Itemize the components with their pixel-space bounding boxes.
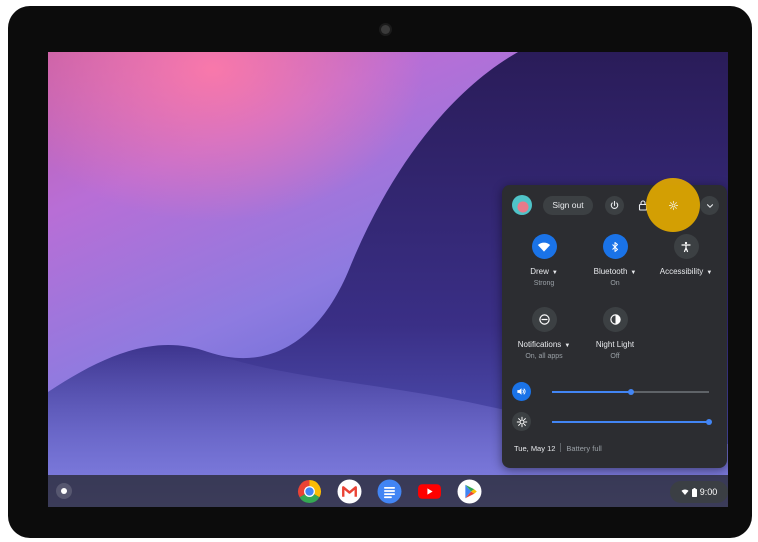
- camera-icon: [381, 25, 390, 34]
- wifi-icon: [681, 489, 689, 495]
- night-light-icon: [602, 307, 628, 332]
- status-area[interactable]: 9:00: [670, 481, 728, 503]
- settings-button[interactable]: [646, 178, 700, 232]
- chevron-down-icon: [706, 203, 713, 208]
- brightness-icon: [516, 416, 527, 427]
- accessibility-icon: [673, 234, 699, 259]
- clock: 9:00: [699, 487, 718, 497]
- brightness-button: [512, 412, 531, 431]
- bluetooth-status: On: [610, 280, 620, 287]
- shelf: 9:00: [48, 475, 728, 507]
- gear-icon: [668, 200, 678, 210]
- system-info-row: Tue, May 12 Battery full: [514, 443, 602, 453]
- wifi-network-name: Drew: [530, 267, 549, 276]
- gmail-icon[interactable]: [337, 479, 362, 504]
- caret-down-icon: ▼: [564, 343, 571, 349]
- brightness-fill: [552, 421, 709, 423]
- wifi-status: Strong: [533, 280, 555, 287]
- night-light-status: Off: [610, 353, 620, 360]
- notifications-icon: [531, 307, 557, 332]
- accessibility-label: Accessibility: [659, 267, 704, 276]
- bluetooth-icon: [602, 234, 628, 259]
- brightness-thumb[interactable]: [706, 418, 712, 425]
- notifications-status: On, all apps: [525, 353, 563, 360]
- wifi-icon: [531, 234, 557, 259]
- launcher-button[interactable]: [56, 483, 72, 499]
- tile-night-light[interactable]: Night Light Off: [579, 307, 651, 360]
- collapse-button[interactable]: [700, 196, 719, 215]
- tile-bluetooth[interactable]: Bluetooth ▼ On: [579, 234, 651, 287]
- battery-status: Battery full: [566, 444, 602, 453]
- sign-out-button[interactable]: Sign out: [543, 196, 593, 215]
- brightness-slider[interactable]: [552, 418, 712, 425]
- divider: [560, 443, 562, 452]
- power-icon: [610, 200, 619, 209]
- launcher-icon: [61, 488, 67, 494]
- chrome-icon[interactable]: [297, 479, 322, 504]
- notifications-label: Notifications: [517, 340, 562, 349]
- avatar[interactable]: [512, 195, 532, 215]
- volume-icon: [517, 388, 526, 395]
- brightness-slider-row: [512, 412, 717, 432]
- volume-slider[interactable]: [552, 388, 709, 395]
- bluetooth-label: Bluetooth: [593, 267, 628, 276]
- play-store-icon[interactable]: [457, 479, 482, 504]
- tile-label: Notifications ▼: [508, 340, 580, 349]
- quick-settings-header: Sign out: [502, 178, 727, 232]
- tile-label: Bluetooth ▼: [579, 267, 651, 276]
- youtube-icon[interactable]: [417, 479, 442, 504]
- tile-label: Night Light: [579, 340, 651, 349]
- screen: Sign out Drew ▼ Strong Bluetooth ▼ On Ac…: [48, 52, 728, 507]
- tile-accessibility[interactable]: Accessibility ▼: [650, 234, 722, 276]
- power-button[interactable]: [605, 196, 624, 215]
- volume-fill: [552, 391, 631, 393]
- caret-down-icon: ▼: [551, 270, 558, 276]
- volume-button[interactable]: [512, 382, 531, 401]
- tile-label: Drew ▼: [508, 267, 580, 276]
- volume-slider-row: [512, 382, 717, 402]
- caret-down-icon: ▼: [630, 270, 637, 276]
- docs-icon[interactable]: [377, 479, 402, 504]
- battery-icon: [691, 487, 697, 497]
- tile-wifi[interactable]: Drew ▼ Strong: [508, 234, 580, 287]
- tile-label: Accessibility ▼: [650, 267, 722, 276]
- quick-settings-panel: Sign out Drew ▼ Strong Bluetooth ▼ On Ac…: [502, 178, 727, 468]
- tile-notifications[interactable]: Notifications ▼ On, all apps: [508, 307, 580, 360]
- night-light-label: Night Light: [595, 340, 635, 349]
- date-label[interactable]: Tue, May 12: [514, 444, 555, 453]
- volume-thumb[interactable]: [627, 388, 634, 395]
- caret-down-icon: ▼: [706, 270, 713, 276]
